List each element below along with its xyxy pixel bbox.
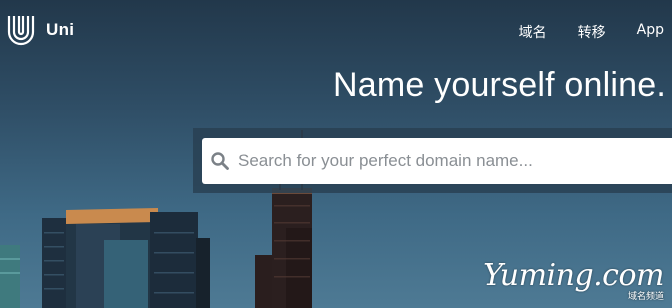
brand-logo[interactable]: Uni xyxy=(6,14,74,46)
watermark: Yuming.com 域名频道 xyxy=(483,258,664,303)
domain-search-input[interactable] xyxy=(238,151,672,171)
watermark-brand: Yuming.com xyxy=(483,258,664,293)
search-box[interactable] xyxy=(202,138,672,184)
nav-app[interactable]: App xyxy=(637,22,664,42)
uni-u-logo-icon xyxy=(7,16,35,46)
search-panel xyxy=(193,128,672,193)
nav-transfer[interactable]: 转移 xyxy=(578,22,606,42)
hero-headline: Name yourself online. xyxy=(333,66,667,104)
logo-text: Uni xyxy=(46,20,75,39)
nav-domains[interactable]: 域名 xyxy=(519,22,547,42)
top-nav: 域名 转移 App xyxy=(519,22,672,42)
search-icon[interactable] xyxy=(210,151,230,171)
